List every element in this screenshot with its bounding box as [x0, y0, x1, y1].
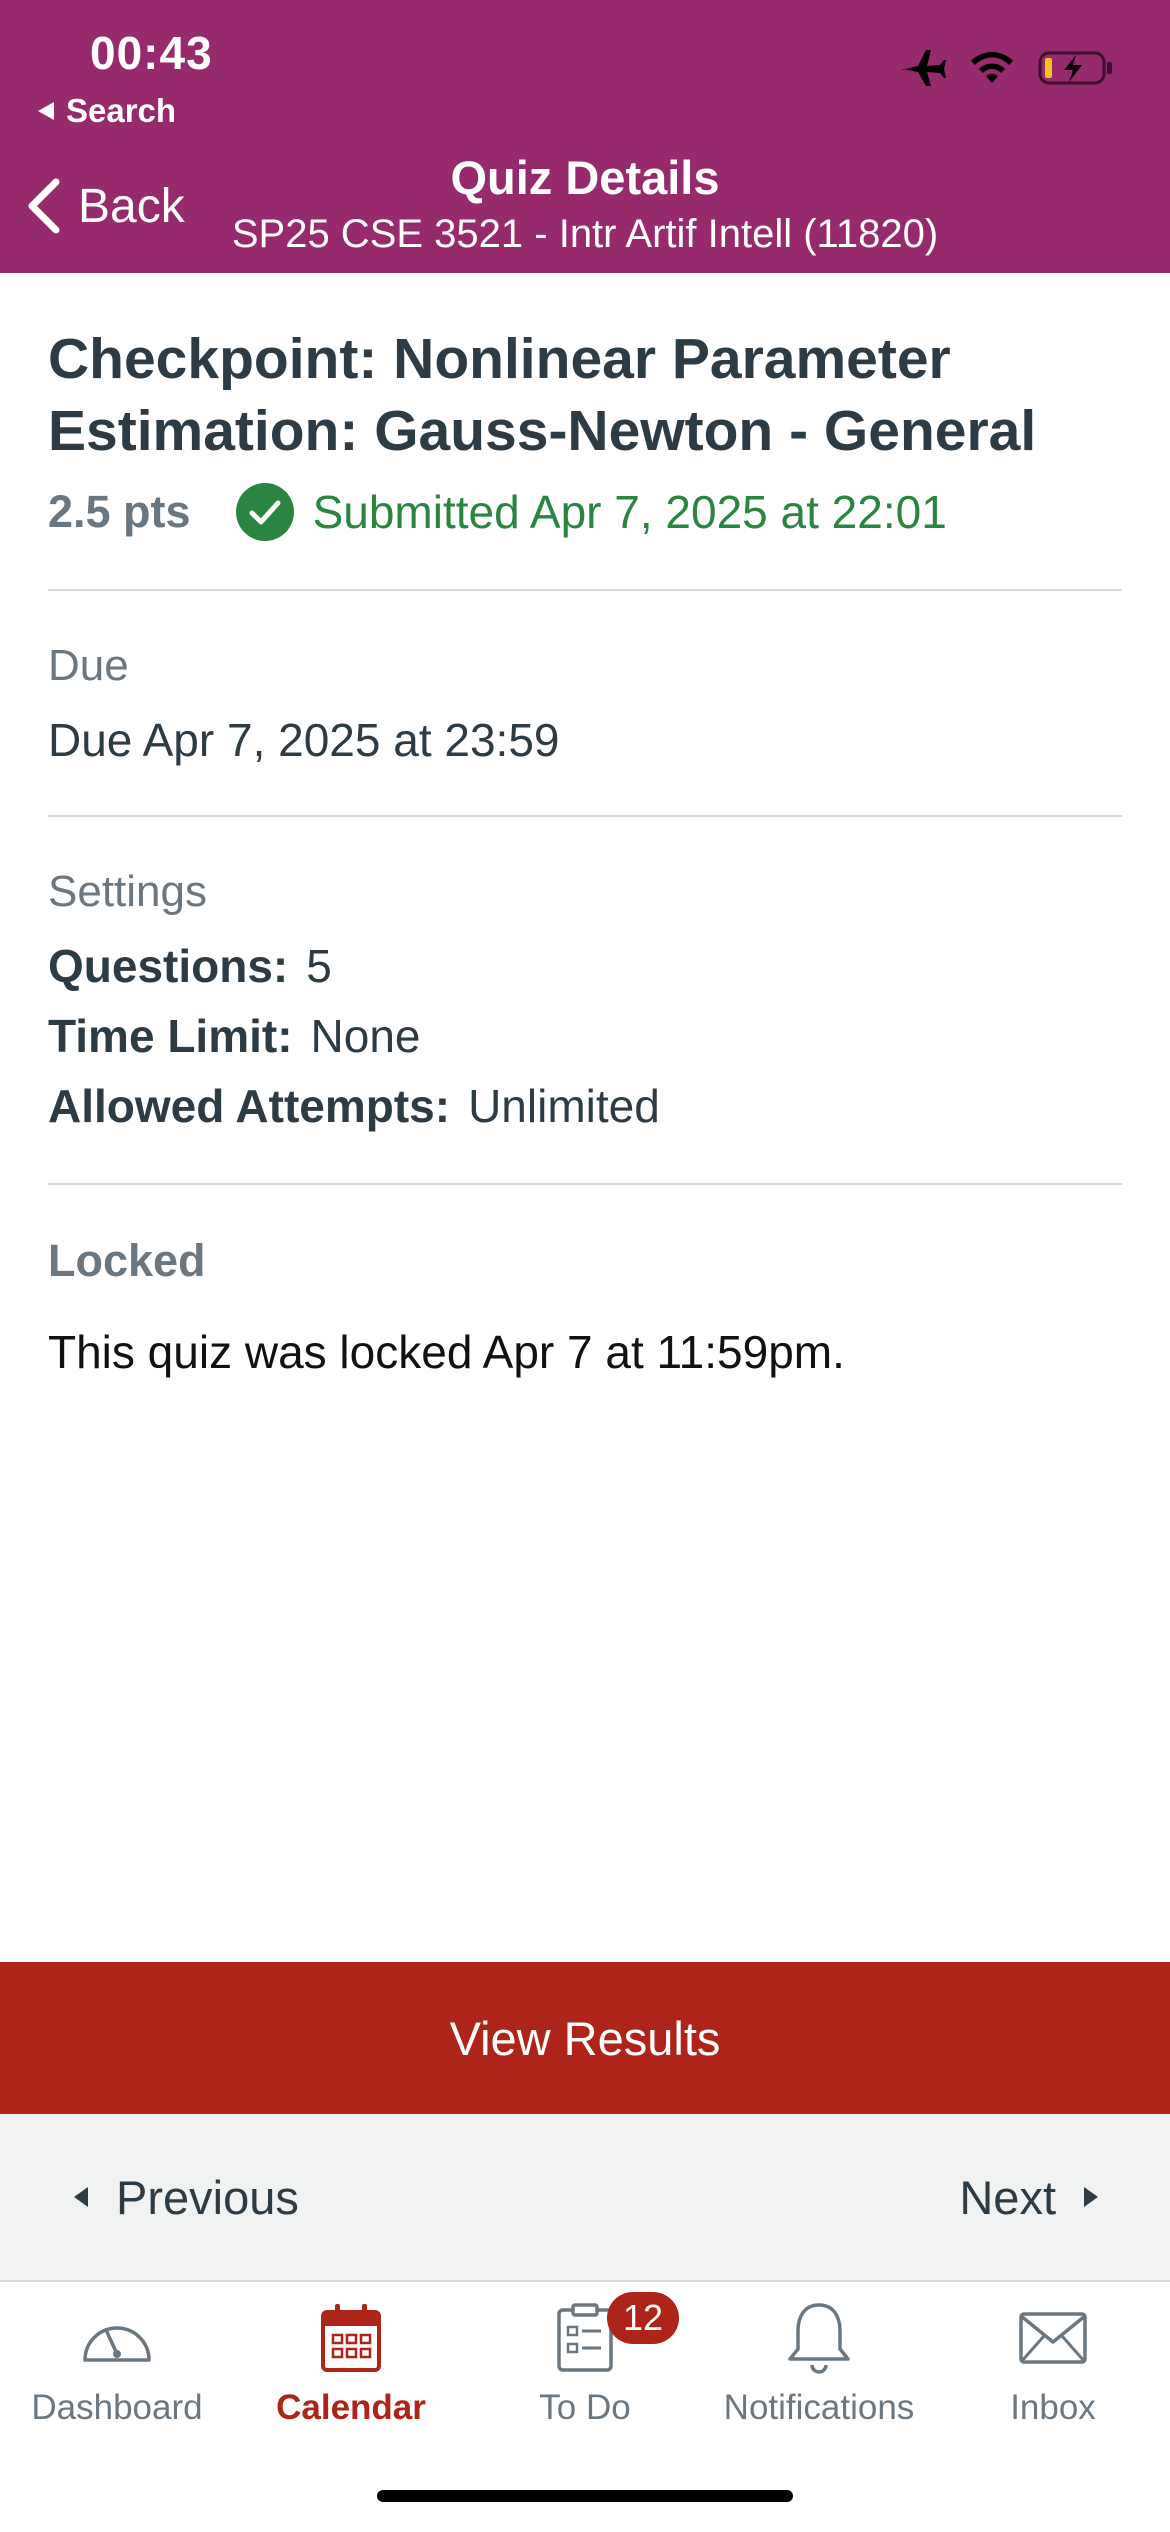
calendar-icon [321, 2304, 381, 2372]
setting-value: None [310, 1010, 421, 1062]
settings-list: Questions: 5 Time Limit: None Allowed Atte… [48, 931, 1122, 1141]
quiz-details-content: Checkpoint: Nonlinear Parameter Estimati… [48, 323, 1122, 1379]
divider [48, 815, 1122, 817]
quiz-meta-row: 2.5 pts Submitted Apr 7, 2025 at 22:01 [48, 479, 1122, 545]
setting-row-time-limit: Time Limit: None [48, 1001, 1122, 1071]
wifi-icon [971, 52, 1013, 83]
setting-row-questions: Questions: 5 [48, 931, 1122, 1001]
battery-icon [1038, 51, 1112, 85]
check-circle-icon [235, 483, 294, 541]
view-results-button[interactable]: View Results [0, 1962, 1170, 2114]
setting-key: Allowed Attempts: [48, 1080, 451, 1132]
tab-calendar[interactable]: Calendar [234, 2282, 468, 2432]
setting-row-allowed-attempts: Allowed Attempts: Unlimited [48, 1071, 1122, 1141]
locked-label: Locked [48, 1235, 206, 1286]
tab-label: Dashboard [31, 2388, 203, 2427]
locked-text: This quiz was locked Apr 7 at 11:59pm. [48, 1326, 845, 1378]
todo-icon [557, 2303, 613, 2372]
bell-icon [788, 2303, 850, 2374]
settings-label: Settings [48, 867, 207, 916]
due-label: Due [48, 641, 129, 690]
due-value: Due Apr 7, 2025 at 23:59 [48, 714, 560, 766]
dashboard-icon [83, 2326, 151, 2362]
previous-button[interactable]: Previous [72, 2114, 299, 2280]
caret-left-icon [74, 2187, 88, 2207]
tab-notifications[interactable]: Notifications [702, 2282, 936, 2432]
tab-label: To Do [539, 2388, 631, 2427]
inbox-icon [1019, 2312, 1087, 2364]
status-icons [900, 48, 1114, 88]
tab-label: Inbox [1010, 2388, 1096, 2427]
nav-subtitle: SP25 CSE 3521 - Intr Artif Intell (11820… [231, 212, 939, 256]
pager-bar: Previous Next [0, 2114, 1170, 2282]
quiz-title: Checkpoint: Nonlinear Parameter Estimati… [48, 327, 1037, 463]
home-indicator[interactable] [377, 2490, 793, 2502]
setting-value: Unlimited [468, 1080, 660, 1132]
app-header: 00:43 Search Back Quiz Details SP25 CSE … [0, 0, 1170, 273]
tab-inbox[interactable]: Inbox [936, 2282, 1170, 2432]
airplane-icon [902, 50, 946, 86]
tab-todo[interactable]: 12 To Do [468, 2282, 702, 2432]
tab-label: Calendar [276, 2388, 426, 2427]
quiz-points: 2.5 pts [48, 486, 191, 537]
status-back-label: Search [66, 92, 177, 129]
divider [48, 1183, 1122, 1185]
submitted-text: Submitted Apr 7, 2025 at 22:01 [312, 486, 947, 538]
caret-right-icon [1084, 2187, 1098, 2207]
setting-key: Time Limit: [48, 1010, 293, 1062]
tab-label: Notifications [723, 2388, 915, 2427]
next-label: Next [959, 2170, 1056, 2224]
setting-key: Questions: [48, 940, 289, 992]
previous-label: Previous [116, 2170, 299, 2224]
status-time: 00:43 [90, 27, 213, 79]
submission-status: Submitted Apr 7, 2025 at 22:01 [235, 482, 947, 542]
todo-count-badge: 12 [607, 2292, 679, 2344]
status-back-to-app[interactable]: Search [36, 92, 176, 130]
divider [48, 589, 1122, 591]
back-triangle-icon [38, 102, 54, 120]
setting-value: 5 [306, 940, 332, 992]
tab-dashboard[interactable]: Dashboard [0, 2282, 234, 2432]
next-button[interactable]: Next [959, 2114, 1100, 2280]
nav-title: Quiz Details [450, 151, 720, 204]
